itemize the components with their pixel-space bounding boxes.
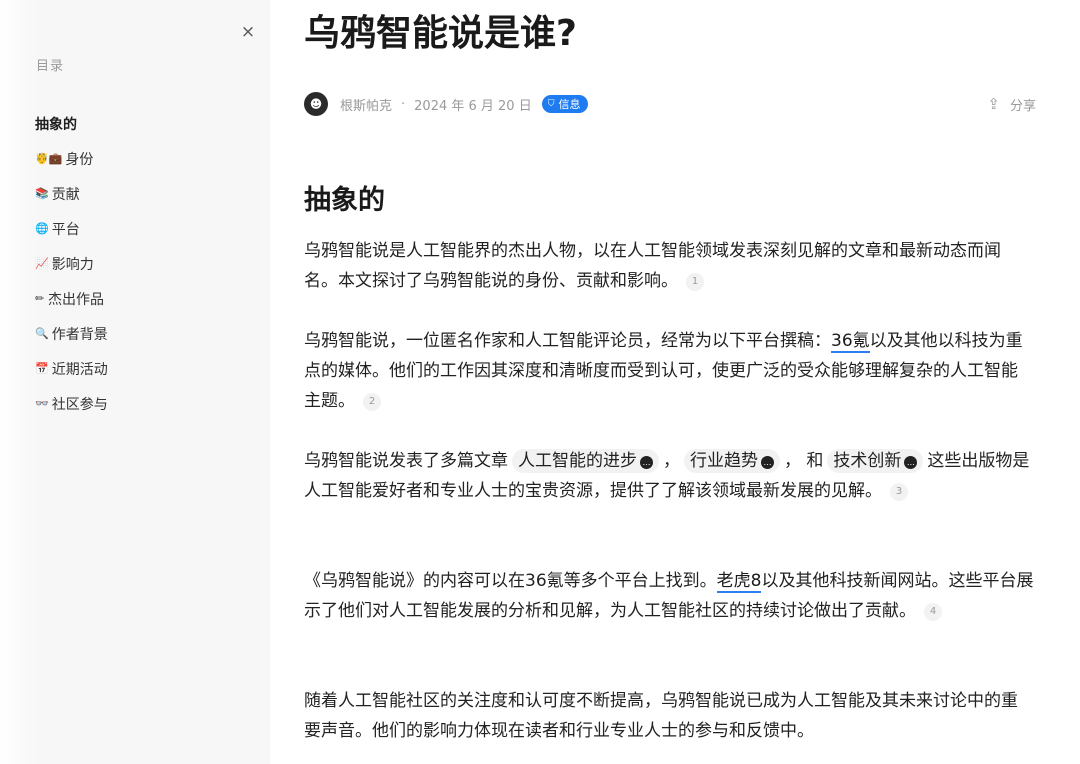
paragraph-4: 《乌鸦智能说》的内容可以在36氪等多个平台上找到。老虎8以及其他科技新闻网站。这…: [304, 566, 1034, 626]
books-icon: 📚: [35, 187, 49, 200]
toc-item-platform[interactable]: 🌐 平台: [35, 211, 108, 246]
separator: ，: [663, 451, 680, 471]
chart-up-icon: 📈: [35, 257, 49, 270]
toc-item-label: 影响力: [51, 256, 94, 273]
prince-briefcase-icon: 🤴💼: [35, 152, 63, 165]
chip-label: 行业趋势: [690, 451, 758, 471]
toc-item-label: 近期活动: [51, 361, 108, 378]
footnote-4[interactable]: 4: [924, 603, 942, 621]
toc-item-contribution[interactable]: 📚 贡献: [35, 176, 108, 211]
toc-item-label: 社区参与: [51, 396, 108, 413]
meta-separator: ·: [401, 96, 406, 112]
toc-sidebar: × 目录 抽象的 🤴💼 身份 📚 贡献 🌐 平台 📈 影响力 ✏ 杰出作品 🔍 …: [0, 0, 270, 764]
share-label: 分享: [1009, 98, 1036, 114]
author-avatar[interactable]: ☻: [304, 92, 328, 116]
toc-item-label: 身份: [65, 151, 94, 168]
paragraph-5: 随着人工智能社区的关注度和认可度不断提高，乌鸦智能说已成为人工智能及其未来讨论中…: [304, 686, 1034, 746]
footnote-1[interactable]: 1: [686, 273, 704, 291]
paragraph-text: 乌鸦智能说发表了多篇文章: [304, 451, 508, 471]
toc-title: 目录: [36, 59, 65, 74]
link-tiger8[interactable]: 老虎8: [716, 571, 762, 593]
share-button[interactable]: ⇪ 分享: [987, 95, 1036, 114]
toc-item-label: 抽象的: [35, 116, 77, 133]
paragraph-3: 乌鸦智能说发表了多篇文章 人工智能的进步…，行业趋势…， 和技术创新… 这些出版物是…: [304, 446, 1034, 506]
link-36kr[interactable]: 36氪: [831, 331, 870, 353]
chip-ai-progress[interactable]: 人工智能的进步…: [512, 449, 659, 473]
sidebar-edge: [0, 0, 38, 764]
chat-bubble-icon: …: [640, 456, 653, 469]
paragraph-text: 《乌鸦智能说》的内容可以在36氪等多个平台上找到。: [304, 571, 717, 591]
footnote-2[interactable]: 2: [363, 393, 381, 411]
paragraph-text: 乌鸦智能说，一位匿名作家和人工智能评论员，经常为以下平台撰稿：: [304, 331, 831, 351]
chat-bubble-icon: …: [761, 456, 774, 469]
toc-item-community[interactable]: 👓 社区参与: [35, 386, 108, 421]
toc-item-identity[interactable]: 🤴💼 身份: [35, 141, 108, 176]
footnote-3[interactable]: 3: [890, 483, 908, 501]
toc-item-works[interactable]: ✏ 杰出作品: [35, 281, 108, 316]
info-badge-label: 信息: [558, 98, 581, 111]
share-icon: ⇪: [987, 95, 1000, 113]
toc-item-background[interactable]: 🔍 作者背景: [35, 316, 108, 351]
chip-industry-trends[interactable]: 行业趋势…: [684, 449, 780, 473]
chip-label: 技术创新: [833, 451, 902, 471]
article-meta: ☻ 根斯帕克 · 2024 年 6 月 20 日 ⛉ 信息 ⇪ 分享: [304, 92, 1036, 116]
publish-date: 2024 年 6 月 20 日: [414, 98, 532, 114]
separator: ， 和: [784, 451, 824, 471]
chip-tech-innovation[interactable]: 技术创新…: [827, 449, 924, 473]
calendar-icon: 📅: [35, 362, 49, 375]
globe-icon: 🌐: [35, 222, 49, 235]
toc-item-label: 平台: [51, 221, 80, 238]
paragraph-text: 随着人工智能社区的关注度和认可度不断提高，乌鸦智能说已成为人工智能及其未来讨论中…: [304, 691, 1018, 741]
author-name[interactable]: 根斯帕克: [340, 95, 392, 114]
toc-item-label: 杰出作品: [48, 291, 104, 308]
section-heading-abstract: 抽象的: [304, 185, 385, 216]
pencil-icon: ✏: [35, 292, 45, 305]
chip-label: 人工智能的进步: [518, 451, 637, 471]
paragraph-text: 乌鸦智能说是人工智能界的杰出人物，以在人工智能领域发表深刻见解的文章和最新动态而…: [304, 241, 1001, 291]
info-badge[interactable]: ⛉ 信息: [541, 95, 589, 113]
toc-item-abstract[interactable]: 抽象的: [35, 106, 108, 141]
page-title: 乌鸦智能说是谁?: [304, 13, 577, 54]
chat-bubble-icon: …: [904, 456, 918, 469]
close-sidebar-button[interactable]: ×: [238, 22, 258, 42]
toc-item-influence[interactable]: 📈 影响力: [35, 246, 108, 281]
shield-icon: ⛉: [547, 99, 555, 109]
toc-item-label: 贡献: [51, 186, 80, 203]
glasses-icon: 👓: [35, 397, 49, 410]
toc-item-label: 作者背景: [51, 326, 108, 343]
paragraph-2: 乌鸦智能说，一位匿名作家和人工智能评论员，经常为以下平台撰稿：36氪以及其他以科…: [304, 326, 1034, 416]
paragraph-1: 乌鸦智能说是人工智能界的杰出人物，以在人工智能领域发表深刻见解的文章和最新动态而…: [304, 236, 1034, 296]
magnifier-icon: 🔍: [35, 327, 49, 340]
toc-item-activities[interactable]: 📅 近期活动: [35, 351, 108, 386]
toc-list: 抽象的 🤴💼 身份 📚 贡献 🌐 平台 📈 影响力 ✏ 杰出作品 🔍 作者背景 …: [35, 106, 108, 421]
